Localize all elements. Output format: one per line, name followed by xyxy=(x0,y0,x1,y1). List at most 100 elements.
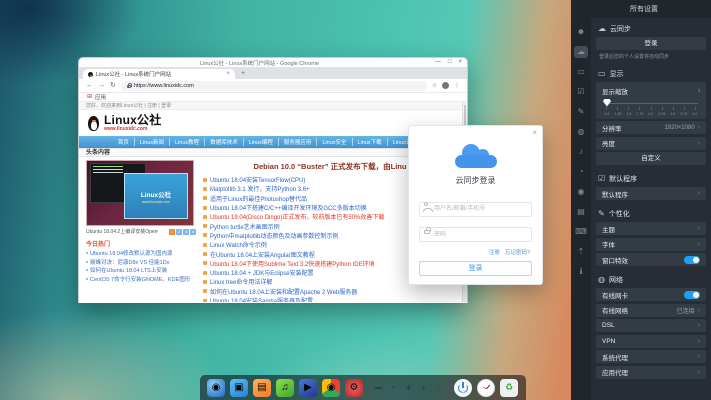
network-section-title: 网络 xyxy=(609,275,623,285)
hot-list-item[interactable]: Ubuntu 18.04修改默认源为国内源 xyxy=(86,249,196,258)
carousel-page-button[interactable]: 1 xyxy=(169,229,175,235)
site-topbar[interactable]: 您好，欢迎来到Linux公社 | 注册 | 登录 xyxy=(79,102,467,110)
reload-icon[interactable]: ↻ xyxy=(110,79,116,93)
chrome-menu-icon[interactable]: ⋮ xyxy=(454,82,460,89)
settings-nav-icon[interactable]: ◔ xyxy=(574,166,588,178)
username-input[interactable] xyxy=(419,202,532,217)
vpn-row[interactable]: VPN › xyxy=(596,335,706,348)
scale-tick: 1.75 xyxy=(636,107,644,116)
default-apps-row[interactable]: 默认程序 › xyxy=(596,187,706,200)
bullet-icon xyxy=(86,252,88,254)
back-icon[interactable]: ← xyxy=(86,79,93,93)
dock-app-icon[interactable]: ▤ xyxy=(253,379,271,397)
settings-nav-icon[interactable]: ◍ xyxy=(574,126,588,138)
maximize-button[interactable]: □ xyxy=(448,58,452,67)
dock-app-icon[interactable]: ♫ xyxy=(276,379,294,397)
site-nav-item[interactable]: 服务器应用 xyxy=(279,138,318,146)
hot-list-item[interactable]: CentOS 7命令行安装GNOME、KDE图形 xyxy=(86,275,196,284)
wired-network-row[interactable]: 有线网络 已连接 › xyxy=(596,304,706,317)
forward-icon[interactable]: → xyxy=(98,79,105,93)
tray-icon[interactable]: ▬ xyxy=(374,384,383,391)
news-bullet-icon xyxy=(203,252,207,256)
dialog-title: 云同步登录 xyxy=(409,175,542,186)
site-nav-item[interactable]: Linux编程 xyxy=(244,138,279,146)
hot-list-item[interactable]: 巅峰对决：尼康D8x VS 佳能1Dx xyxy=(86,258,196,267)
news-bullet-icon xyxy=(203,280,207,284)
tray-icon[interactable]: ∕ xyxy=(434,384,443,391)
carousel-pagination: 1234 xyxy=(169,229,196,235)
tray-icon[interactable]: ✚ xyxy=(404,384,413,392)
scale-tick: 2.25 xyxy=(658,107,666,116)
tab-close-icon[interactable]: × xyxy=(226,71,230,77)
new-tab-button[interactable]: + xyxy=(241,69,245,79)
display-section-icon: ▭ xyxy=(598,70,606,78)
news-list-item[interactable]: 如何在Ubuntu 18.04上安装和配置Apache 2 Web服务器 xyxy=(203,287,457,296)
settings-nav-icon[interactable]: ☑ xyxy=(574,86,588,98)
browser-titlebar[interactable]: Linux公社 - Linux系统门户网站 - Google Chrome — … xyxy=(79,58,467,67)
app-proxy-row[interactable]: 应用代理 › xyxy=(596,366,706,379)
site-nav-item[interactable]: Linux安全 xyxy=(317,138,352,146)
wired-adapter-toggle[interactable] xyxy=(684,291,700,299)
carousel-page-button[interactable]: 3 xyxy=(183,229,189,235)
forgot-password-link[interactable]: 忘记密码? xyxy=(505,248,530,256)
font-row[interactable]: 字体 › xyxy=(596,238,706,251)
apps-grid-icon[interactable]: ⊞ xyxy=(87,93,92,102)
info-icon: ℹ xyxy=(698,88,700,94)
login-button[interactable]: 登录 xyxy=(419,261,532,276)
apps-shortcut[interactable]: 应用 xyxy=(95,93,106,101)
settings-nav-icon[interactable]: ▭ xyxy=(574,66,588,78)
clock-icon[interactable] xyxy=(477,379,495,397)
site-nav-item[interactable]: Linux新闻 xyxy=(135,138,170,146)
system-proxy-row[interactable]: 系统代理 › xyxy=(596,350,706,363)
window-effects-toggle[interactable] xyxy=(684,256,700,264)
password-input[interactable] xyxy=(419,227,532,242)
tray-icon[interactable]: ◗ xyxy=(389,384,398,391)
settings-nav-icon[interactable]: ◉ xyxy=(574,186,588,198)
site-nav-item[interactable]: 数据库技术 xyxy=(205,138,244,146)
cloud-login-button[interactable]: 登录 xyxy=(596,37,706,50)
carousel-page-button[interactable]: 2 xyxy=(176,229,182,235)
settings-nav-icon[interactable]: ⌨ xyxy=(574,226,588,238)
settings-nav-icon[interactable]: ▤ xyxy=(574,206,588,218)
dialog-close-icon[interactable]: × xyxy=(532,128,537,137)
dock: ◉ ▣ ▤ ♫ ▶ ◉ ⚙ ▬ ◗ ✚ ▾ ∕ ♻ xyxy=(200,375,526,400)
browser-tab[interactable]: Linux公社 - Linux系统门户网站 × xyxy=(83,69,235,79)
tray-icon[interactable]: ▾ xyxy=(419,384,428,392)
minimize-button[interactable]: — xyxy=(435,58,441,67)
featured-image[interactable]: Linux公社 www.linuxidc.com xyxy=(86,160,194,226)
chevron-right-icon: › xyxy=(698,353,700,360)
shutdown-icon[interactable] xyxy=(454,379,472,397)
url-bar[interactable]: https://www.linuxidc.com xyxy=(121,81,427,91)
settings-nav-icon[interactable]: ☻ xyxy=(574,26,588,38)
trash-icon[interactable]: ♻ xyxy=(500,379,518,397)
settings-nav-icon[interactable]: ⇡ xyxy=(574,246,588,258)
settings-nav-icon[interactable]: ☁ xyxy=(574,46,588,58)
slider-handle[interactable] xyxy=(603,99,611,107)
dock-separator xyxy=(368,381,369,395)
settings-nav-icon[interactable]: ♪ xyxy=(574,146,588,158)
hot-list-item[interactable]: 如何在Ubuntu 18.04 LTS上安装 xyxy=(86,266,196,275)
profile-avatar[interactable] xyxy=(442,82,449,89)
dock-app-icon[interactable]: ▣ xyxy=(230,379,248,397)
site-nav-item[interactable]: Linux教程 xyxy=(170,138,205,146)
dock-app-icon[interactable]: ⚙ xyxy=(345,379,363,397)
register-link[interactable]: 注册 xyxy=(489,248,500,256)
dsl-row[interactable]: DSL › xyxy=(596,319,706,332)
brightness-row[interactable]: 亮度 › xyxy=(596,137,706,150)
dock-app-icon[interactable]: ▶ xyxy=(299,379,317,397)
theme-row[interactable]: 主题 › xyxy=(596,222,706,235)
close-button[interactable]: × xyxy=(458,58,462,67)
site-nav-item[interactable]: Linux下载 xyxy=(353,138,388,146)
settings-nav-icon[interactable]: ✎ xyxy=(574,106,588,118)
resolution-row[interactable]: 分辨率 1920×1080 › xyxy=(596,121,706,134)
dock-app-icon[interactable]: ◉ xyxy=(322,379,340,397)
featured-caption[interactable]: Ubuntu 18.04.2上编译安装OpenCV xyxy=(86,228,158,235)
site-nav-item[interactable]: 首页 xyxy=(113,138,135,146)
news-list-item[interactable]: Ubuntu 18.04安装Samba服务器及配置 xyxy=(203,296,457,302)
settings-nav-icon[interactable]: ℹ xyxy=(574,266,588,278)
scale-slider[interactable] xyxy=(602,99,700,107)
bookmark-star-icon[interactable]: ☆ xyxy=(432,82,437,89)
custom-settings-button[interactable]: 自定义 xyxy=(596,152,706,165)
carousel-page-button[interactable]: 4 xyxy=(190,229,196,235)
dock-app-icon[interactable]: ◉ xyxy=(207,379,225,397)
